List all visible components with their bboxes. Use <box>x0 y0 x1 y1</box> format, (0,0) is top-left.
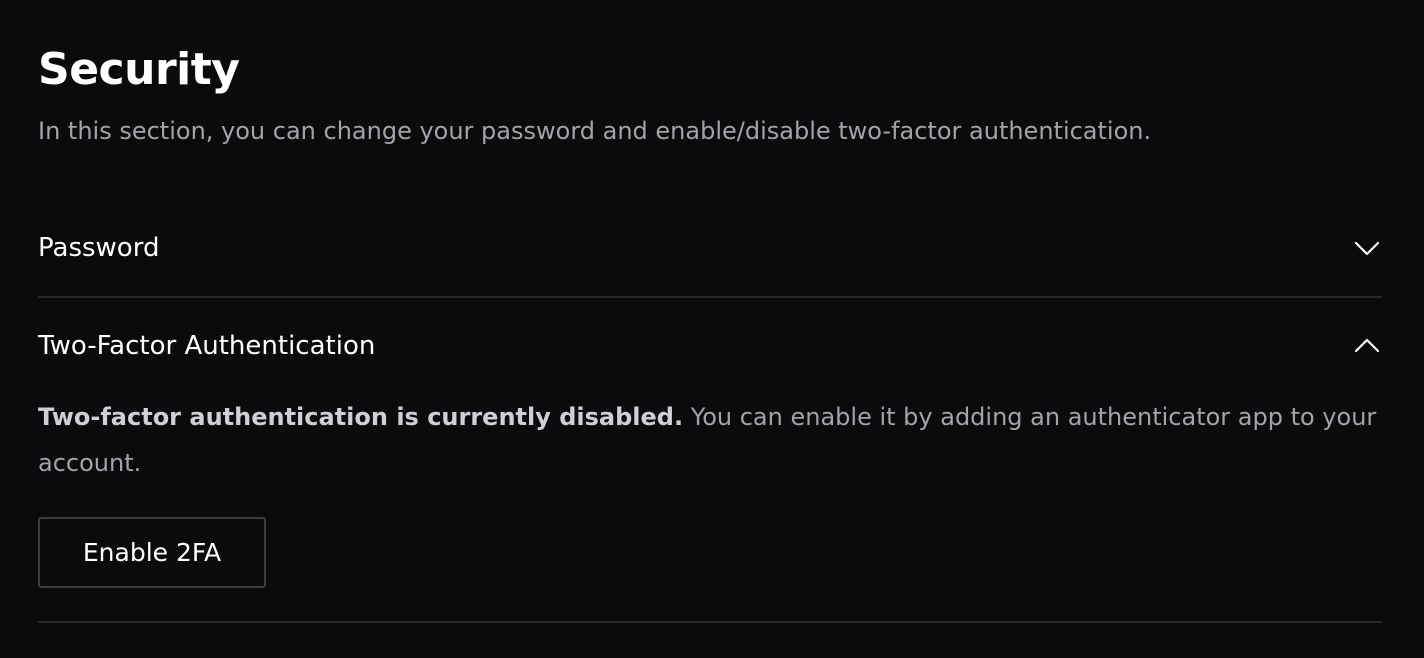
page-title: Security <box>38 44 240 95</box>
section-divider <box>38 621 1382 623</box>
two-factor-status-text: Two-factor authentication is currently d… <box>38 394 1382 486</box>
password-section-label: Password <box>38 233 160 263</box>
page-subtitle: In this section, you can change your pas… <box>38 117 1152 145</box>
section-divider <box>38 296 1382 298</box>
two-factor-section-header[interactable]: Two-Factor Authentication <box>38 326 1382 366</box>
two-factor-section-label: Two-Factor Authentication <box>38 331 376 361</box>
chevron-down-icon <box>1354 241 1380 256</box>
chevron-up-icon <box>1354 338 1380 353</box>
two-factor-status-strong: Two-factor authentication is currently d… <box>38 403 684 431</box>
enable-2fa-button[interactable]: Enable 2FA <box>38 517 266 588</box>
password-section-header[interactable]: Password <box>38 228 1382 268</box>
